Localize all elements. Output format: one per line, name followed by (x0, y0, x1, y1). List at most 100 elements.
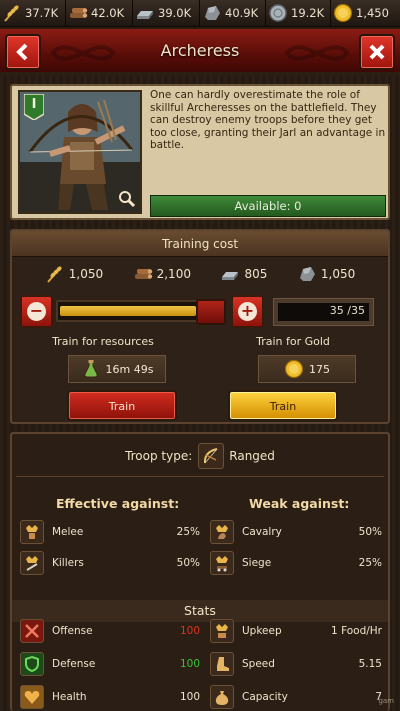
quantity-slider-fill (60, 306, 196, 316)
resource-silver-value: 19.2K (291, 6, 325, 20)
effective-against-title: Effective against: (56, 496, 180, 511)
effective-row-killers: Killers 50% (20, 550, 200, 576)
close-x-icon (369, 44, 385, 60)
cost-stone: 1,050 (297, 264, 355, 284)
resource-gold-value: 1,450 (356, 6, 389, 20)
siege-icon (210, 551, 234, 575)
iron-bars-icon (137, 11, 153, 19)
stat-value: 100 (179, 625, 200, 637)
effective-name: Killers (52, 557, 84, 569)
stat-name: Upkeep (242, 625, 282, 637)
boot-icon (210, 652, 234, 676)
gold-cost-value: 175 (309, 362, 330, 376)
unit-description: One can hardly overestimate the role of … (150, 89, 386, 151)
crossed-swords-icon (20, 619, 44, 643)
quantity-slider-handle[interactable] (196, 299, 226, 325)
quantity-value: 35 /35 (329, 304, 365, 317)
plus-icon: + (238, 302, 257, 321)
unit-card: I One can hardly overestimate the role o… (10, 84, 390, 220)
potion-timer-icon (83, 360, 98, 378)
training-cost-header: Training cost (12, 231, 388, 257)
rank-label: I (31, 97, 37, 112)
logs-icon (134, 269, 152, 279)
stat-value: 1 Food/Hr (331, 625, 382, 637)
available-count-label: Available: 0 (234, 199, 302, 213)
resource-wood[interactable]: 42.0K (66, 0, 133, 27)
effective-pct: 25% (176, 526, 200, 538)
minus-icon: − (27, 302, 46, 321)
stat-row-capacity: Capacity 7 (210, 684, 382, 710)
iron-bars-icon (222, 272, 239, 280)
train-for-resources-button[interactable]: Train (67, 390, 177, 421)
resource-silver[interactable]: 19.2K (266, 0, 331, 27)
killers-icon (20, 551, 44, 575)
logs-icon (70, 8, 88, 18)
resource-food[interactable]: 37.7K (0, 0, 66, 27)
resource-iron[interactable]: 39.0K (133, 0, 200, 27)
close-button[interactable] (359, 34, 395, 70)
quantity-field[interactable]: 35 /35 (273, 298, 374, 326)
cost-food: 1,050 (45, 264, 103, 284)
stat-row-health: Health 100 (20, 684, 200, 710)
train-for-gold-button[interactable]: Train (228, 390, 338, 421)
cost-food-value: 1,050 (68, 267, 104, 281)
resource-stone[interactable]: 40.9K (200, 0, 266, 27)
gold-coin-icon (333, 3, 353, 23)
weak-against-title: Weak against: (249, 496, 350, 511)
decrease-quantity-button[interactable]: − (20, 295, 53, 328)
melee-icon (20, 520, 44, 544)
increase-quantity-button[interactable]: + (231, 295, 264, 328)
cavalry-icon (210, 520, 234, 544)
effective-name: Melee (52, 526, 84, 538)
bow-icon (198, 443, 225, 469)
resource-food-value: 37.7K (25, 6, 59, 20)
shield-icon (20, 652, 44, 676)
heart-icon (20, 685, 44, 709)
stat-name: Defense (52, 658, 96, 670)
weak-pct: 50% (358, 526, 382, 538)
gold-cost-box: 175 (258, 355, 356, 383)
training-time-box: 16m 49s (68, 355, 166, 383)
page-title: Archeress (160, 41, 240, 60)
rank-badge: I (23, 93, 45, 121)
cost-iron: 805 (220, 264, 267, 284)
quantity-slider[interactable] (56, 299, 226, 325)
stat-name: Speed (242, 658, 275, 670)
stone-icon (205, 6, 220, 20)
unit-portrait[interactable]: I (18, 90, 142, 214)
weak-name: Cavalry (242, 526, 282, 538)
wheat-icon (4, 5, 19, 22)
stat-name: Offense (52, 625, 93, 637)
stat-name: Health (52, 691, 87, 703)
troop-type-label: Troop type: (125, 449, 193, 463)
weak-pct: 25% (358, 557, 382, 569)
training-time-value: 16m 49s (105, 362, 154, 376)
resource-stone-value: 40.9K (225, 6, 259, 20)
zoom-magnifier-icon[interactable] (118, 190, 136, 208)
train-for-gold-label: Train for Gold (256, 335, 330, 348)
troop-type-row: Troop type: Ranged (12, 442, 388, 470)
resource-wood-value: 42.0K (91, 6, 125, 20)
stat-row-speed: Speed 5.15 (210, 651, 382, 677)
effective-pct: 50% (176, 557, 200, 569)
resource-gold[interactable]: 1,450 (331, 0, 400, 27)
silver-icon (269, 4, 287, 22)
stat-row-offense: Offense 100 (20, 618, 200, 644)
stat-value: 100 (179, 691, 200, 703)
stat-name: Capacity (242, 691, 288, 703)
upkeep-icon (210, 619, 234, 643)
watermark: gam (378, 697, 394, 705)
cost-wood: 2,100 (133, 264, 191, 284)
troop-type-value: Ranged (229, 449, 275, 463)
gold-coin-icon (284, 359, 304, 379)
stat-value: 100 (179, 658, 200, 670)
cost-stone-value: 1,050 (320, 267, 356, 281)
weak-row-siege: Siege 25% (210, 550, 382, 576)
training-costs: 1,050 2,100 805 1,050 (12, 262, 388, 286)
effective-row-melee: Melee 25% (20, 519, 200, 545)
available-count-bar: Available: 0 (150, 195, 386, 217)
stat-row-defense: Defense 100 (20, 651, 200, 677)
training-panel: Training cost 1,050 2,100 805 1,050 − + … (10, 229, 390, 424)
resource-iron-value: 39.0K (158, 6, 192, 20)
cost-wood-value: 2,100 (156, 267, 191, 281)
